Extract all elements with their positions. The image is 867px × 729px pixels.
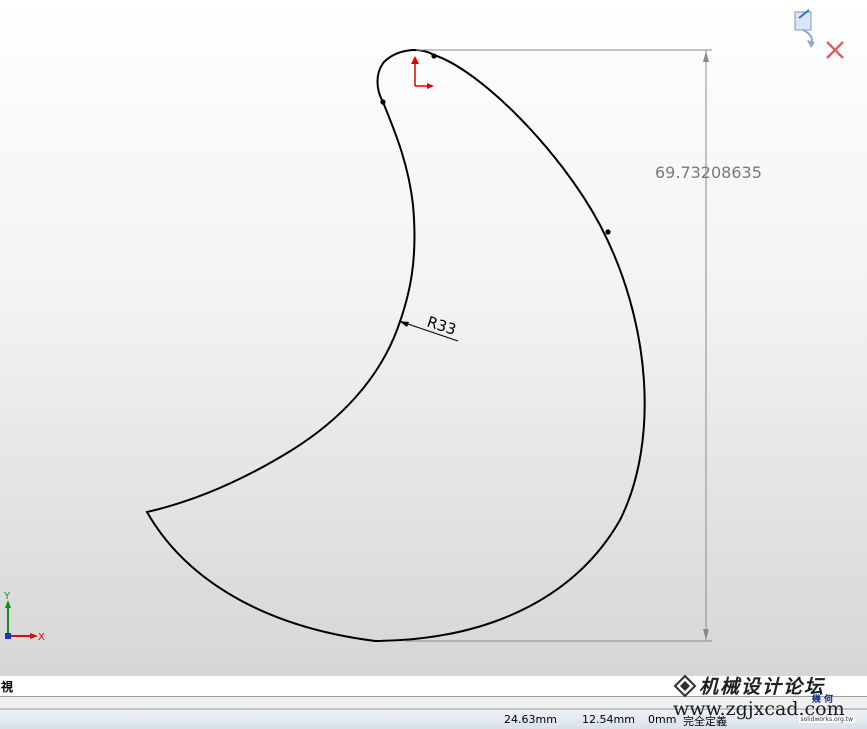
origin-icon [411, 56, 434, 89]
triad-y-label: Y [3, 591, 11, 602]
sketch-canvas[interactable]: 69.73208635 R33 Y X [0, 0, 867, 676]
sketch-point[interactable] [605, 229, 611, 235]
dimension-value[interactable]: 69.73208635 [655, 163, 762, 182]
sketch-point[interactable] [431, 53, 437, 59]
watermark-site: solidworks.org.tw [798, 716, 855, 723]
exit-sketch-icon[interactable] [794, 9, 815, 48]
view-label: 視 [1, 680, 14, 694]
graphics-area[interactable]: 69.73208635 R33 Y X [0, 0, 867, 676]
watermark: 机械设计论坛 幾 何 www.zgjxcad.com solidworks.or… [673, 672, 863, 728]
watermark-logo-icon [673, 674, 697, 698]
status-x-coordinate: 24.63mm [504, 713, 557, 726]
close-icon[interactable] [826, 41, 844, 59]
reference-triad: Y X [3, 591, 45, 643]
crescent-sketch-profile[interactable] [145, 49, 646, 643]
confirmation-corner [791, 6, 851, 68]
radius-dimension[interactable]: R33 [398, 313, 459, 342]
sketch-point[interactable] [380, 99, 386, 105]
triad-x-label: X [38, 632, 45, 643]
status-y-coordinate: 12.54mm [582, 713, 635, 726]
radius-label[interactable]: R33 [425, 313, 459, 339]
vertical-dimension[interactable]: 69.73208635 [404, 49, 762, 642]
watermark-title: 机械设计论坛 [699, 676, 826, 698]
